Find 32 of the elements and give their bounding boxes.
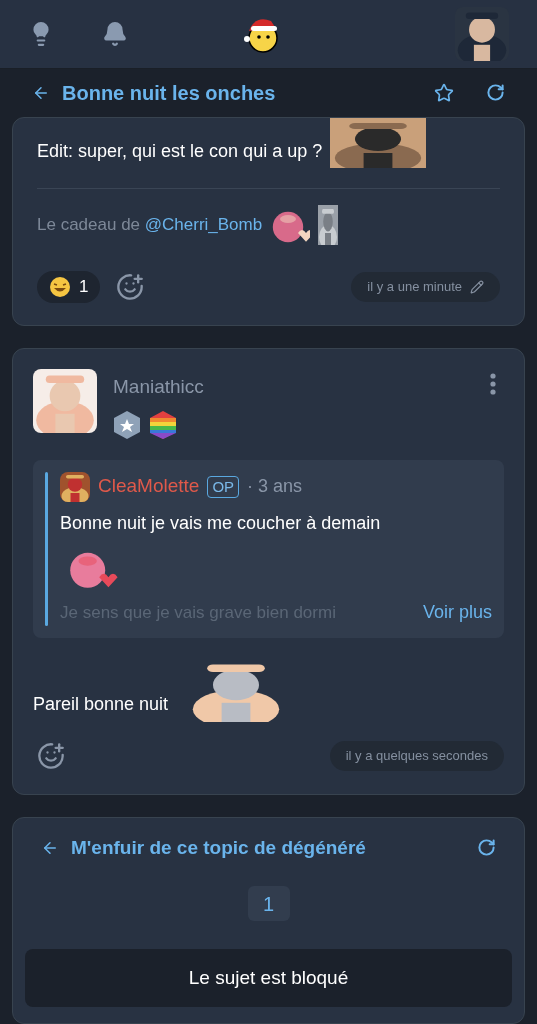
- quote-age: · 3 ans: [247, 475, 303, 498]
- page-button[interactable]: 1: [247, 886, 290, 921]
- refresh-icon: [486, 83, 505, 103]
- refresh-button[interactable]: [477, 838, 496, 858]
- quote-author[interactable]: CleaMolette: [98, 472, 200, 501]
- rainbow-badge-icon: [149, 409, 177, 440]
- more-options-icon: [490, 373, 496, 395]
- add-reaction-icon: [37, 741, 65, 770]
- post-text: Pareil bonne nuit: [33, 692, 169, 716]
- timestamp: il y a une minute: [367, 278, 462, 297]
- bell-icon: [102, 20, 128, 47]
- reaction-button[interactable]: 1: [37, 271, 101, 303]
- notifications-button[interactable]: [102, 20, 128, 47]
- mention-link[interactable]: @Cherri_Bomb: [144, 215, 263, 235]
- author-name[interactable]: Maniathicc: [113, 373, 466, 402]
- timestamp: il y a quelques secondes: [345, 746, 488, 765]
- star-icon: [434, 82, 454, 103]
- quote-text: Bonne nuit je vais me coucher à demain: [60, 511, 382, 535]
- star-badge-icon: [113, 409, 141, 440]
- refresh-button[interactable]: [486, 83, 505, 103]
- laughing-emoji-icon: [49, 276, 71, 298]
- see-more-link[interactable]: Voir plus: [422, 598, 492, 626]
- pencil-icon: [470, 280, 484, 294]
- refresh-icon: [477, 838, 496, 858]
- post-text: Edit: super, qui est le con qui a up ?: [37, 140, 323, 163]
- signature-text: Le cadeau de @Cherri_Bomb: [37, 214, 263, 237]
- op-badge: OP: [207, 475, 240, 498]
- locked-notice: Le sujet est bloqué: [25, 949, 512, 1007]
- topic-title: Bonne nuit les onches: [62, 80, 277, 106]
- favorite-button[interactable]: [434, 82, 454, 103]
- add-reaction-icon: [116, 273, 145, 301]
- exit-topic-link[interactable]: M'enfuir de ce topic de dégénéré: [71, 833, 465, 862]
